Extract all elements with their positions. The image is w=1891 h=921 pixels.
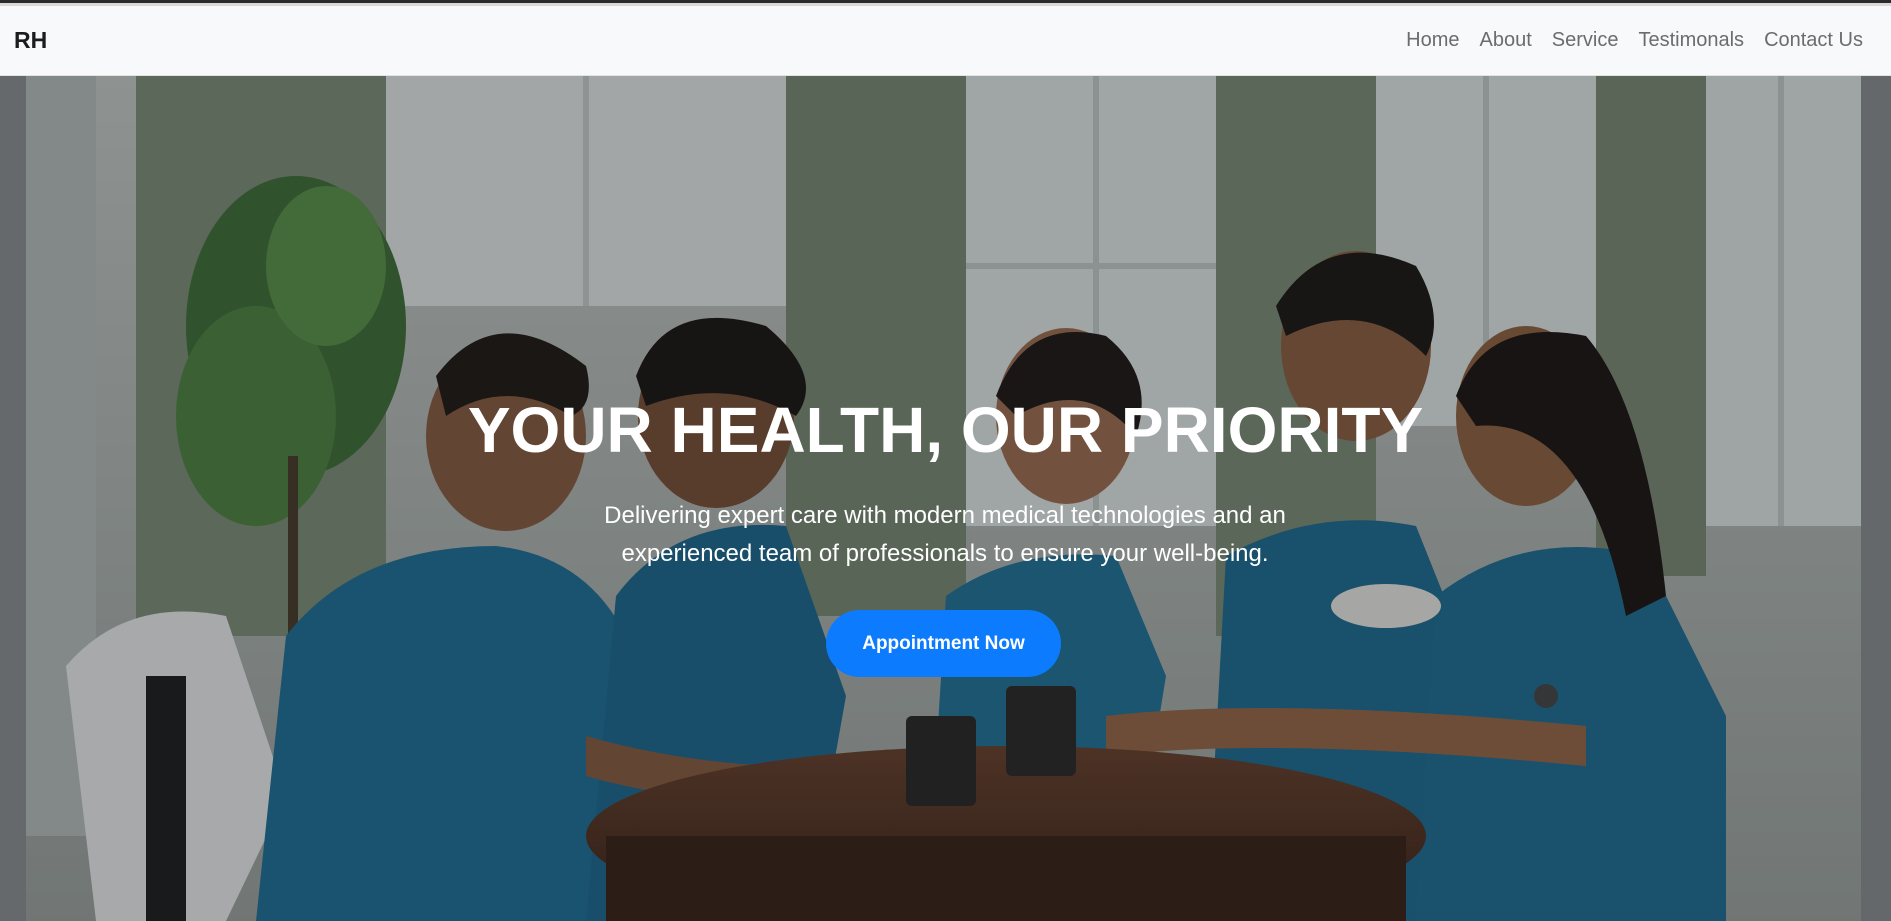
hero-title: YOUR HEALTH, OUR PRIORITY [467, 394, 1424, 466]
nav-link-service[interactable]: Service [1542, 29, 1629, 52]
navbar: RH Home About Service Testimonals Contac… [0, 6, 1891, 76]
hero-content: YOUR HEALTH, OUR PRIORITY Delivering exp… [0, 76, 1891, 921]
nav-link-about[interactable]: About [1469, 29, 1541, 52]
browser-viewport: RH Home About Service Testimonals Contac… [0, 0, 1891, 921]
nav-links: Home About Service Testimonals Contact U… [1396, 29, 1863, 52]
appointment-button[interactable]: Appointment Now [826, 610, 1061, 677]
nav-link-testimonials[interactable]: Testimonals [1628, 29, 1754, 52]
brand-logo[interactable]: RH [14, 27, 47, 54]
nav-link-contact[interactable]: Contact Us [1754, 29, 1863, 52]
nav-link-home[interactable]: Home [1396, 29, 1469, 52]
hero-section: YOUR HEALTH, OUR PRIORITY Delivering exp… [0, 76, 1891, 921]
hero-subtitle: Delivering expert care with modern medic… [604, 502, 1286, 567]
